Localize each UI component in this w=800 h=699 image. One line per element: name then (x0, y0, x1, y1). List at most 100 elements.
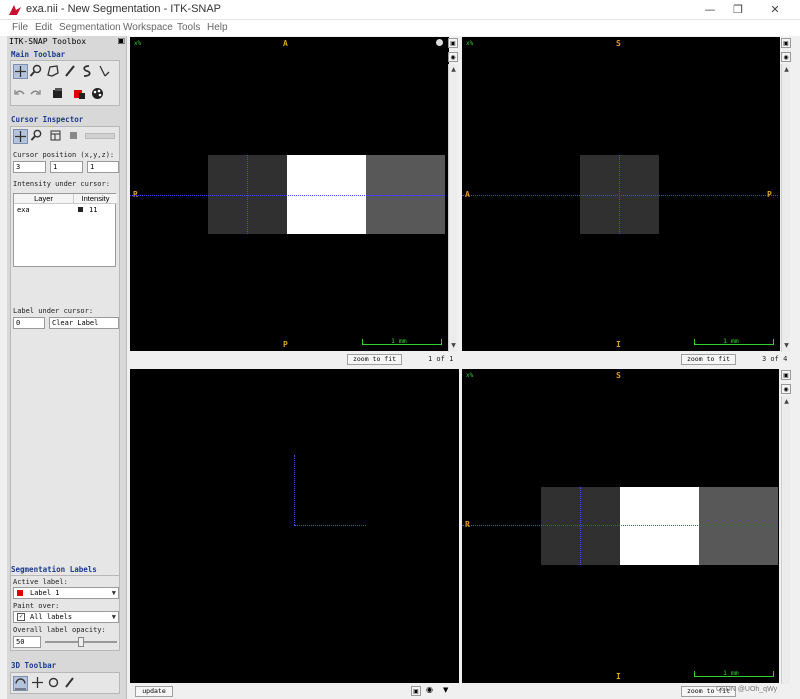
cursor-z-field[interactable]: 1 (87, 161, 119, 173)
itk-snap-logo-icon (9, 5, 21, 15)
inspector-layout-button[interactable] (49, 129, 64, 144)
3d-expand-icon[interactable]: ▣ (411, 686, 421, 696)
coronal-slice-scrollbar[interactable]: ▲ ▼ (781, 64, 790, 352)
close-icon[interactable]: ✕ (757, 0, 793, 20)
menu-file[interactable]: File (12, 22, 28, 33)
toolbox-header: ITK-SNAP Toolbox ▣ (7, 36, 127, 48)
undo-button[interactable] (13, 87, 28, 102)
paint-over-select[interactable]: ✓ All labels ▼ (13, 611, 119, 623)
segmentation-labels-panel: Active label: Label 1 ▼ Paint over: ✓ Al… (10, 575, 120, 651)
chevron-up-icon[interactable]: ▲ (782, 66, 791, 73)
active-label-select[interactable]: Label 1 ▼ (13, 587, 119, 599)
3d-view[interactable] (130, 369, 459, 683)
sagittal-label-bottom: I (616, 672, 621, 681)
paintbrush-tool-button[interactable] (63, 64, 78, 79)
3d-rotate-button[interactable] (13, 676, 28, 691)
sagittal-cursor-horizontal (462, 525, 778, 526)
axial-expand-icon[interactable]: ▣ (448, 38, 458, 48)
redo-button[interactable] (29, 87, 44, 102)
sagittal-view[interactable]: x% S I R L 1 mm (462, 369, 779, 683)
row-intensity: 11 (89, 206, 98, 214)
coronal-scale-label: 1 mm (723, 337, 739, 345)
axial-label-bottom: P (283, 340, 288, 349)
toolbox-title: ITK-SNAP Toolbox (9, 37, 87, 46)
chevron-down-icon[interactable]: ▼ (449, 342, 458, 349)
axial-view[interactable]: x% A P R L 1 mm (130, 37, 449, 351)
undo-icon (14, 90, 25, 95)
menu-workspace[interactable]: Workspace (123, 22, 173, 33)
column-header-intensity[interactable]: Intensity (74, 194, 117, 204)
ruler-icon (99, 65, 110, 77)
chevron-up-icon[interactable]: ▲ (782, 398, 791, 405)
segmentation-layer-button[interactable] (73, 87, 88, 102)
zoom-tool-button[interactable] (29, 64, 44, 79)
opacity-field[interactable]: 50 (13, 636, 41, 648)
view-options-icon[interactable] (436, 39, 443, 46)
label-id-field[interactable]: 0 (13, 317, 45, 329)
intensity-table: Layer Intensity exa 11 (13, 193, 117, 267)
opacity-slider-thumb[interactable] (78, 637, 84, 647)
cursor-x-field[interactable]: 3 (13, 161, 46, 173)
row-layer: exa (17, 206, 30, 214)
sagittal-slice-scrollbar[interactable]: ▲ (781, 396, 790, 684)
axial-slice-scrollbar[interactable]: ▲ ▼ (448, 64, 457, 352)
3d-scalpel-button[interactable] (47, 676, 62, 691)
axial-zoom-to-fit-button[interactable]: zoom to fit (347, 354, 402, 365)
sagittal-label-top: S (616, 371, 621, 380)
coronal-expand-icon[interactable]: ▣ (781, 38, 791, 48)
chevron-up-icon[interactable]: ▲ (449, 66, 458, 73)
snake-tool-button[interactable] (80, 64, 95, 79)
3d-crosshair-button[interactable] (31, 676, 46, 691)
sagittal-voxel-mid (699, 487, 778, 565)
label-palette-button[interactable] (91, 87, 106, 102)
eraser-icon (70, 132, 77, 139)
crosshair-icon (32, 677, 43, 688)
sagittal-zoom-indicator: x% (466, 372, 474, 379)
restore-icon[interactable]: ❐ (720, 0, 756, 20)
polygon-tool-button[interactable] (46, 64, 61, 79)
sagittal-expand-icon[interactable]: ▣ (781, 370, 791, 380)
magnifier-icon (29, 64, 42, 77)
sagittal-snapshot-icon[interactable]: ◉ (781, 384, 791, 394)
cursor-position-label: Cursor position (x,y,z): (13, 151, 115, 159)
coronal-zoom-indicator: x% (466, 40, 474, 47)
axial-snapshot-icon[interactable]: ◉ (448, 52, 458, 62)
coronal-zoom-to-fit-button[interactable]: zoom to fit (681, 354, 736, 365)
3d-update-button[interactable]: update (135, 686, 173, 697)
main-toolbar-title: Main Toolbar (11, 50, 66, 59)
menu-help[interactable]: Help (207, 22, 228, 33)
polygon-icon (47, 65, 59, 77)
annotation-tool-button[interactable] (97, 64, 112, 79)
crosshair-tool-button[interactable] (13, 64, 28, 79)
inspector-crosshair-button[interactable] (13, 129, 28, 144)
inspector-toolbar-slider[interactable] (85, 133, 115, 139)
3d-spray-button[interactable] (63, 676, 78, 691)
cursor-y-field[interactable]: 1 (50, 161, 83, 173)
chevron-down-icon[interactable]: ▼ (782, 342, 791, 349)
crosshair-icon (15, 131, 26, 142)
layer-visibility-button[interactable] (51, 87, 66, 102)
table-row[interactable]: exa 11 (14, 205, 115, 215)
coronal-cursor-horizontal (462, 195, 778, 196)
axial-slice-counter: 1 of 1 (428, 355, 454, 363)
menu-tools[interactable]: Tools (177, 22, 200, 33)
label-name-field[interactable]: Clear Label (49, 317, 119, 329)
axial-status-bar: zoom to fit 1 of 1 (130, 352, 460, 366)
all-labels-icon: ✓ (17, 613, 25, 621)
segmentation-icon (74, 90, 85, 99)
inspector-zoom-button[interactable] (30, 129, 45, 144)
column-header-layer[interactable]: Layer (14, 194, 74, 204)
axial-label-top: A (283, 39, 288, 48)
menu-edit[interactable]: Edit (35, 22, 52, 33)
coronal-snapshot-icon[interactable]: ◉ (781, 52, 791, 62)
redo-icon (30, 90, 41, 95)
opacity-slider-track[interactable] (45, 637, 117, 647)
inspector-brush-button[interactable] (67, 129, 82, 144)
3d-snapshot-icon[interactable]: ◉ (426, 685, 433, 694)
sagittal-scale-label: 1 mm (723, 669, 739, 677)
coronal-view[interactable]: x% S I A P 1 mm (462, 37, 780, 351)
menu-segmentation[interactable]: Segmentation (59, 22, 121, 33)
undock-icon[interactable]: ▣ (117, 36, 125, 45)
active-label-value: Label 1 (30, 589, 60, 597)
chevron-down-icon[interactable]: ▼ (443, 686, 448, 694)
